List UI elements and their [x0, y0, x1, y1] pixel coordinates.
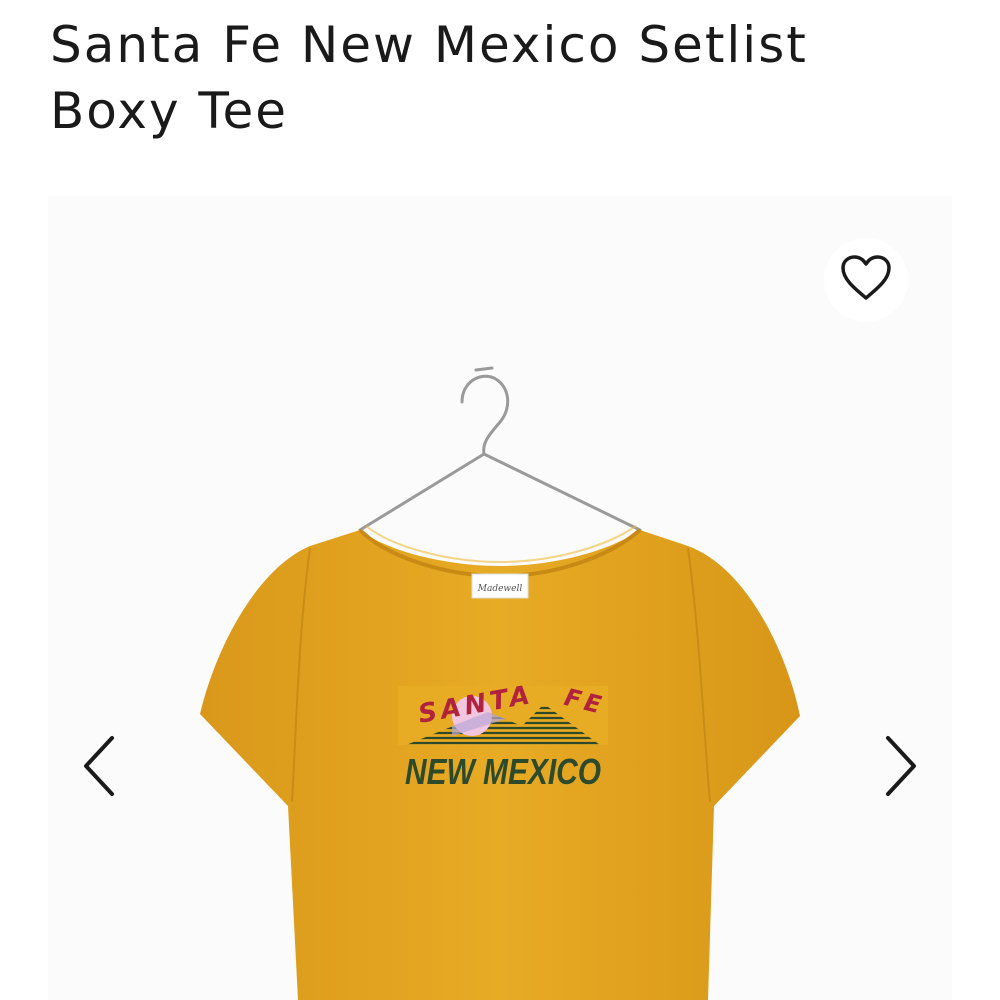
neck-label-text: Madewell	[477, 584, 523, 594]
graphic-text-new-mexico: NEW MEXICO	[405, 751, 601, 792]
favorite-button[interactable]	[824, 238, 908, 322]
hanger	[358, 366, 642, 532]
next-image-button[interactable]	[870, 732, 930, 804]
heart-outline-icon	[840, 254, 892, 306]
previous-image-button[interactable]	[70, 732, 130, 804]
product-title: Santa Fe New Mexico Setlist Boxy Tee	[50, 16, 808, 140]
chevron-right-icon	[880, 734, 920, 802]
product-photo: Madewell SANTA FE NEW MEXICO	[200, 366, 800, 1000]
product-image-gallery[interactable]: Madewell SANTA FE NEW MEXICO	[48, 196, 952, 1000]
chevron-left-icon	[80, 734, 120, 802]
product-page: Santa Fe New Mexico Setlist Boxy Tee Mad…	[0, 0, 1000, 1000]
